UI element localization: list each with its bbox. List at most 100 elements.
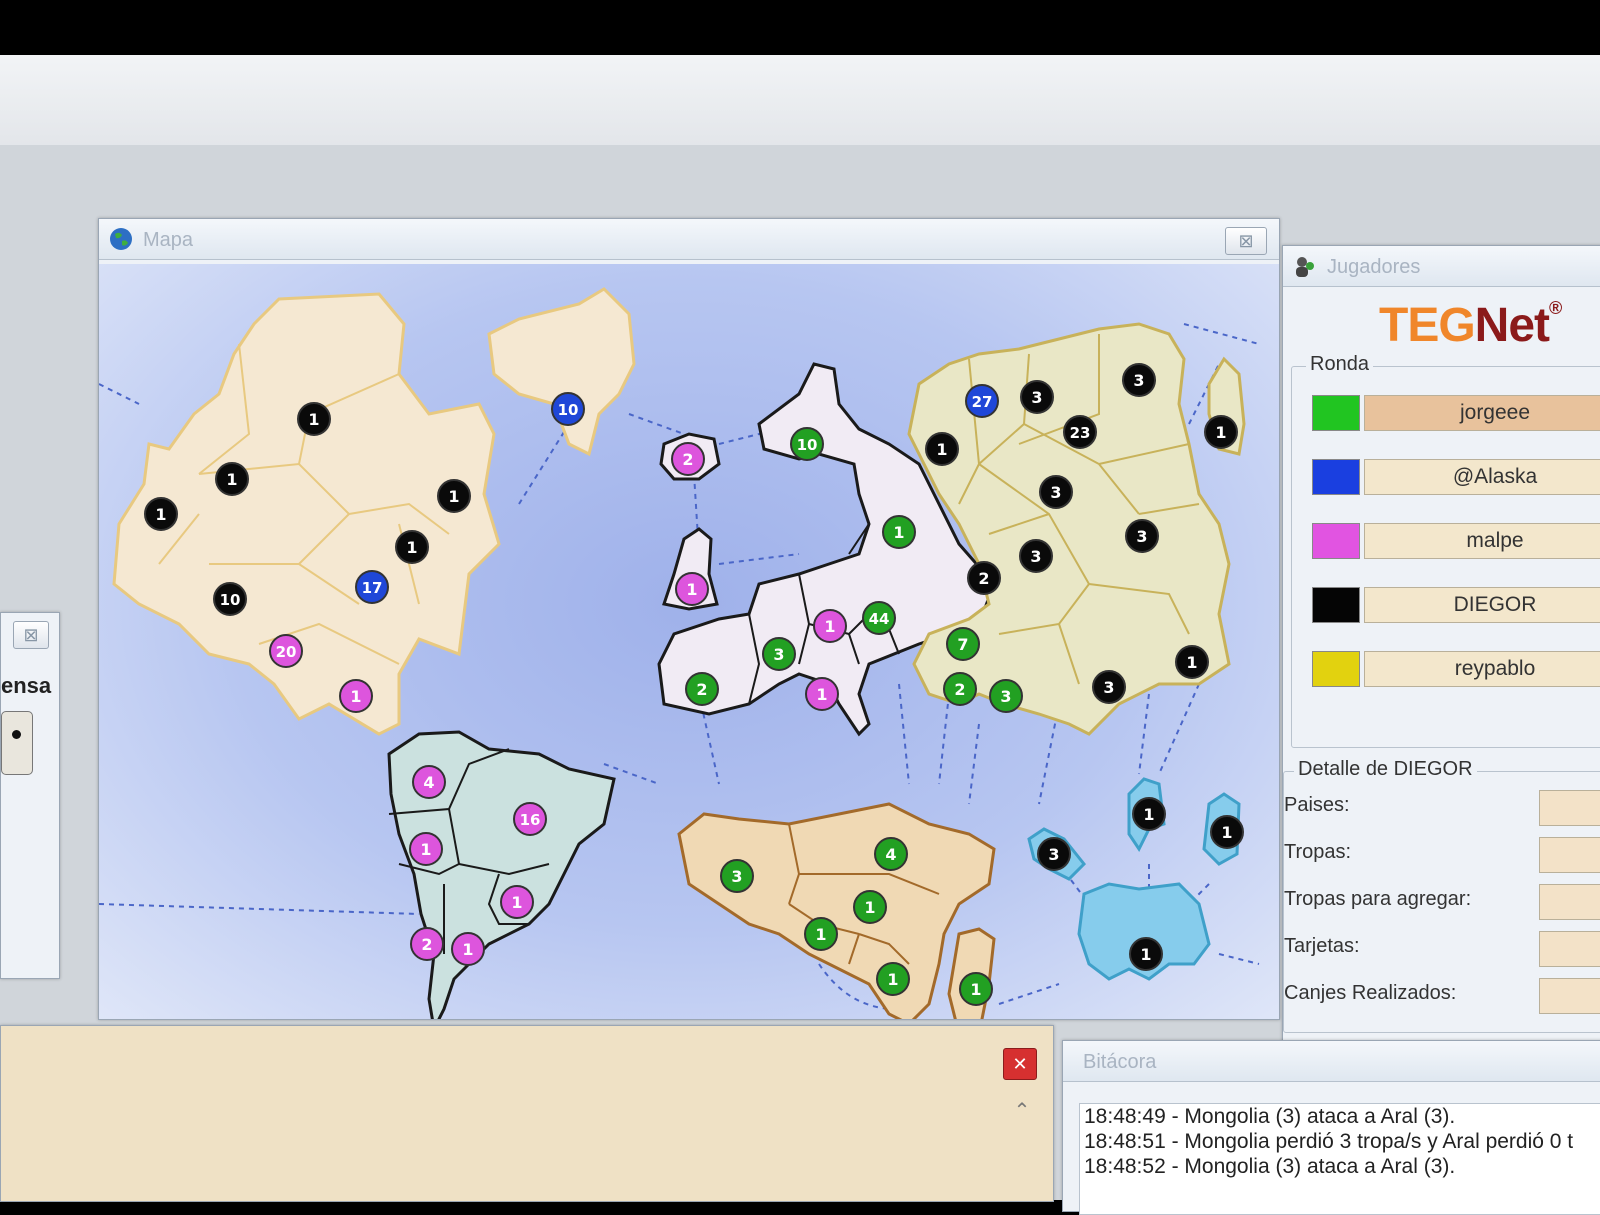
players-icon — [1296, 257, 1314, 277]
players-window: Jugadores TEGNet® Ronda jorgeee @Alaska ma… — [1282, 245, 1600, 1057]
troop-token[interactable]: 3 — [1019, 539, 1053, 573]
troop-count: 2 — [421, 935, 432, 954]
troop-count: 16 — [520, 811, 541, 829]
troop-token[interactable]: 1 — [451, 932, 485, 966]
troop-count: 10 — [558, 401, 579, 419]
troop-token[interactable]: 1 — [1210, 815, 1244, 849]
troop-token[interactable]: 3 — [1125, 519, 1159, 553]
scroll-up-icon[interactable]: ⌃ — [1007, 1098, 1037, 1128]
close-window-icon[interactable]: ⊠ — [1225, 227, 1267, 255]
troop-token[interactable]: 1 — [215, 462, 249, 496]
log-line: 18:48:51 - Mongolia perdió 3 tropa/s y A… — [1084, 1130, 1574, 1153]
troop-token[interactable]: 1 — [297, 402, 331, 436]
troop-token[interactable]: 4 — [874, 837, 908, 871]
troop-token[interactable]: 1 — [437, 479, 471, 513]
log-line: 18:48:52 - Mongolia (3) ataca a Aral (3)… — [1084, 1155, 1456, 1178]
troop-token[interactable]: 7 — [946, 627, 980, 661]
troop-count: 4 — [885, 845, 896, 864]
troop-token[interactable]: 2 — [967, 561, 1001, 595]
tegnet-logo: TEGNet® — [1379, 298, 1562, 352]
troop-token[interactable]: 4 — [412, 765, 446, 799]
troop-token[interactable]: 1 — [876, 962, 910, 996]
troop-token[interactable]: 1 — [144, 497, 178, 531]
troop-token[interactable]: 3 — [1020, 380, 1054, 414]
player-row[interactable]: DIEGOR — [1312, 587, 1600, 623]
troop-token[interactable]: 20 — [269, 634, 303, 668]
player-color-swatch — [1312, 651, 1360, 687]
troop-token[interactable]: 3 — [989, 679, 1023, 713]
players-window-titlebar[interactable]: Jugadores — [1283, 246, 1600, 287]
detail-label-row: Canjes Realizados: — [1284, 982, 1457, 1004]
troop-token[interactable]: 1 — [925, 432, 959, 466]
troop-count: 3 — [773, 645, 784, 664]
troop-token[interactable]: 1 — [409, 832, 443, 866]
close-icon[interactable]: ✕ — [1003, 1048, 1037, 1080]
troop-count: 2 — [954, 680, 965, 699]
attack-panel-fragment: ⊠ ensa — [0, 612, 60, 979]
troop-token[interactable]: 1 — [1129, 937, 1163, 971]
troop-token[interactable]: 3 — [1122, 363, 1156, 397]
troop-token[interactable]: 1 — [1175, 645, 1209, 679]
player-row[interactable]: @Alaska — [1312, 459, 1600, 495]
troop-count: 4 — [423, 773, 434, 792]
troop-token[interactable]: 16 — [513, 802, 547, 836]
troop-count: 1 — [226, 470, 237, 489]
troop-token[interactable]: 10 — [213, 582, 247, 616]
troop-token[interactable]: 1 — [675, 572, 709, 606]
troop-token[interactable]: 1 — [500, 885, 534, 919]
troop-token[interactable]: 3 — [720, 859, 754, 893]
world-map[interactable]: 1 1 1 1 1 10 17 20 1 10 2 1 10 1 1 44 3 2 1 27 3 3 1 23 1 3 3 3 2 7 2 3… — [98, 264, 1279, 1040]
greenland-territory — [487, 287, 636, 457]
troop-token[interactable]: 17 — [355, 570, 389, 604]
troop-token[interactable]: 1 — [853, 890, 887, 924]
troop-token[interactable]: 1 — [882, 515, 916, 549]
player-row[interactable]: malpe — [1312, 523, 1600, 559]
troop-count: 1 — [815, 925, 826, 944]
dice-icon[interactable] — [1, 711, 33, 775]
troop-token[interactable]: 2 — [685, 672, 719, 706]
player-row[interactable]: jorgeee — [1312, 395, 1600, 431]
detail-label-row: Tropas para agregar: — [1284, 888, 1472, 910]
troop-count: 1 — [816, 685, 827, 704]
troop-token[interactable]: 1 — [395, 530, 429, 564]
troop-token[interactable]: 1 — [1204, 415, 1238, 449]
detail-value-box — [1539, 884, 1600, 920]
troop-token[interactable]: 27 — [965, 384, 999, 418]
troop-count: 2 — [682, 450, 693, 469]
detail-label-row: Tropas: — [1284, 841, 1352, 863]
close-icon[interactable]: ⊠ — [13, 621, 49, 649]
troop-token[interactable]: 2 — [671, 442, 705, 476]
troop-token[interactable]: 3 — [762, 637, 796, 671]
troop-token[interactable]: 1 — [1132, 797, 1166, 831]
troop-token[interactable]: 1 — [813, 609, 847, 643]
player-color-swatch — [1312, 587, 1360, 623]
troop-count: 1 — [1215, 423, 1226, 442]
troop-token[interactable]: 3 — [1037, 837, 1071, 871]
troop-count: 3 — [1103, 678, 1114, 697]
map-window-titlebar[interactable]: Mapa ⊠ — [99, 219, 1279, 260]
player-row[interactable]: reypablo — [1312, 651, 1600, 687]
round-label: Ronda — [1306, 353, 1373, 376]
troop-count: 1 — [936, 440, 947, 459]
troop-token[interactable]: 10 — [551, 392, 585, 426]
troop-count: 3 — [1136, 527, 1147, 546]
troop-token[interactable]: 10 — [790, 427, 824, 461]
troop-token[interactable]: 3 — [1039, 475, 1073, 509]
log-list[interactable]: 18:48:49 - Mongolia (3) ataca a Aral (3)… — [1079, 1103, 1600, 1215]
troop-token[interactable]: 2 — [943, 672, 977, 706]
player-name: DIEGOR — [1364, 587, 1600, 623]
troop-token[interactable]: 1 — [339, 679, 373, 713]
troop-token[interactable]: 44 — [862, 601, 896, 635]
troop-token[interactable]: 1 — [959, 972, 993, 1006]
troop-count: 1 — [1186, 653, 1197, 672]
troop-count: 10 — [797, 436, 818, 454]
troop-token[interactable]: 1 — [804, 917, 838, 951]
troop-token[interactable]: 3 — [1092, 670, 1126, 704]
log-line: 18:48:49 - Mongolia (3) ataca a Aral (3)… — [1084, 1105, 1456, 1128]
log-window-titlebar[interactable]: Bitácora — [1063, 1041, 1600, 1082]
troop-token[interactable]: 1 — [805, 677, 839, 711]
panel-label: ensa — [1, 673, 52, 698]
troop-token[interactable]: 23 — [1063, 415, 1097, 449]
player-name: jorgeee — [1364, 395, 1600, 431]
troop-token[interactable]: 2 — [410, 927, 444, 961]
